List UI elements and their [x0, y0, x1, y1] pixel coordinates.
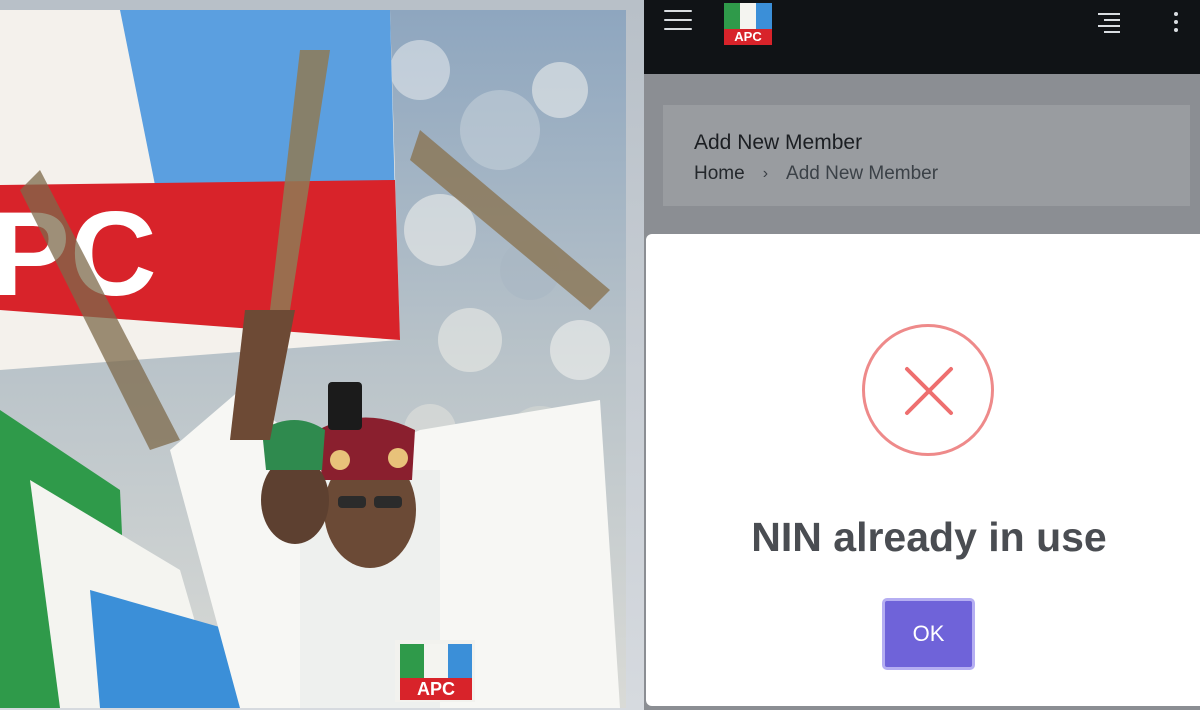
- text-align-right-icon[interactable]: [1096, 13, 1120, 33]
- error-dialog: NIN already in use OK: [646, 234, 1200, 706]
- rally-photo-illustration: PC: [0, 10, 626, 708]
- top-app-bar: APC: [644, 0, 1200, 74]
- badge-text: APC: [417, 679, 455, 699]
- ok-button[interactable]: OK: [882, 598, 975, 670]
- chevron-right-icon: ›: [762, 165, 769, 182]
- breadcrumb-current: Add New Member: [786, 163, 939, 184]
- page-header-card: Add New Member Home › Add New Member: [663, 105, 1190, 206]
- mobile-screen: APC Add New Member Home › Add New Member: [644, 0, 1200, 710]
- breadcrumb: Home › Add New Member: [694, 163, 938, 185]
- hamburger-menu-icon[interactable]: [664, 10, 692, 32]
- breadcrumb-home-link[interactable]: Home: [694, 163, 745, 185]
- screenshot-collage: PC: [0, 0, 1200, 710]
- apc-logo[interactable]: APC: [724, 3, 772, 45]
- logo-flag: [724, 3, 772, 29]
- rally-photo: PC: [0, 10, 626, 708]
- error-x-icon: [862, 324, 994, 456]
- page-title: Add New Member: [694, 131, 863, 154]
- logo-text: APC: [724, 29, 772, 45]
- dialog-message: NIN already in use: [751, 514, 1107, 560]
- more-vertical-icon[interactable]: [1172, 12, 1180, 36]
